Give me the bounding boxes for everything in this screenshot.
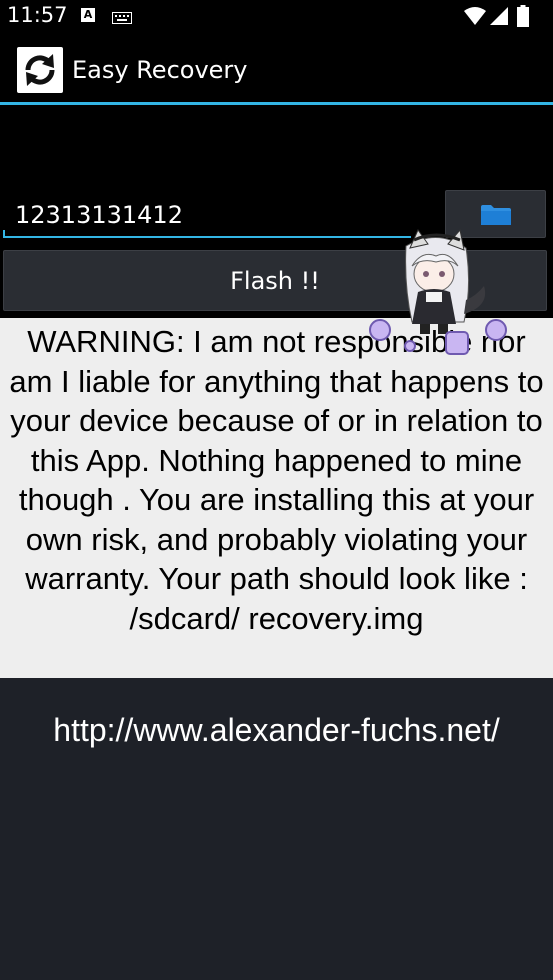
folder-icon [481, 205, 511, 225]
status-time: 11:57 [7, 3, 68, 27]
signal-icon [490, 7, 508, 25]
input-underline [3, 236, 411, 238]
app-title: Easy Recovery [72, 56, 248, 84]
action-bar: Easy Recovery [0, 32, 553, 104]
mascot-sticker[interactable] [366, 226, 514, 356]
path-input[interactable] [4, 192, 409, 238]
input-underline-tick [3, 230, 5, 238]
status-bar: 11:57 A [0, 0, 553, 32]
battery-icon [517, 5, 529, 27]
keyboard-icon [112, 9, 132, 28]
screen: 11:57 A Easy Recovery 12313131412 Flash … [0, 0, 553, 980]
wifi-icon [464, 7, 486, 25]
website-link[interactable]: http://www.alexander-fuchs.net/ [0, 712, 553, 749]
a-icon: A [81, 8, 95, 22]
warning-text: WARNING: I am not responsible nor am I l… [0, 318, 553, 678]
refresh-icon [17, 47, 63, 93]
